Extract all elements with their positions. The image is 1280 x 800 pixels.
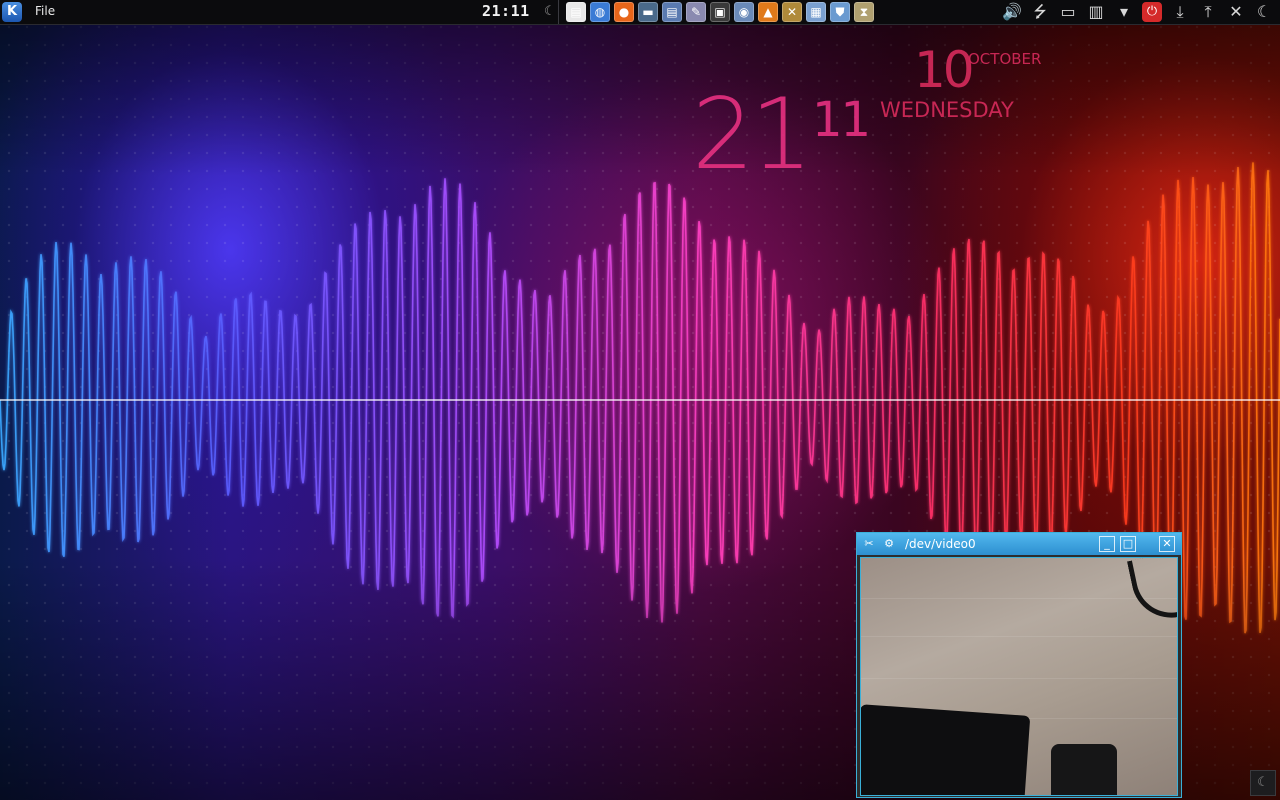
desktop-clock-weekday: WEDNESDAY	[880, 98, 1014, 122]
files-icon[interactable]: ▤	[566, 2, 586, 22]
volume-icon[interactable]: 🔊	[1002, 2, 1022, 22]
webcam-keyboard	[861, 704, 1031, 795]
display-icon[interactable]: ▭	[1058, 2, 1078, 22]
webcam-phone	[1051, 744, 1117, 795]
launcher-bar: ▤ ◍ ● ▬ ▤ ✎ ▣ ◉ ▲ ✕ ▦ ⛊ ⧗	[566, 2, 874, 22]
window-titlebar[interactable]: ✂ ⚙ /dev/video0 _ □ ✕	[857, 533, 1181, 555]
download-icon[interactable]: ⤓	[1170, 2, 1190, 22]
battery-icon[interactable]: ▥	[1086, 2, 1106, 22]
document-icon[interactable]: ▤	[662, 2, 682, 22]
desktop-clock-month: OCTOBER	[968, 50, 1042, 68]
upload-icon[interactable]: ⤒	[1198, 2, 1218, 22]
minimize-button[interactable]: _	[1099, 536, 1115, 552]
top-panel: K File 21:11 ☾ ▤ ◍ ● ▬ ▤ ✎ ▣ ◉ ▲ ✕ ▦ ⛊ ⧗ 🔊 ⭍ ▭ ▥ ▾ ⏻ ⤓ ⤒ ✕ ☾	[0, 0, 1280, 25]
desktop-clock-minute: 11	[812, 92, 871, 148]
notes-icon[interactable]: ✎	[686, 2, 706, 22]
window-menu-icon[interactable]: ✂	[861, 536, 877, 552]
maximize-button[interactable]: □	[1120, 536, 1136, 552]
close-icon[interactable]: ✕	[1226, 2, 1246, 22]
vlc-icon[interactable]: ▲	[758, 2, 778, 22]
usb-icon[interactable]: ⭍	[1030, 2, 1050, 22]
calendar-icon[interactable]: ▦	[806, 2, 826, 22]
system-tray: 🔊 ⭍ ▭ ▥ ▾ ⏻ ⤓ ⤒ ✕ ☾	[1002, 1, 1274, 23]
desktop-toolbox-icon[interactable]: ☾	[1250, 770, 1276, 796]
close-button[interactable]: ✕	[1159, 536, 1175, 552]
tools-icon[interactable]: ✕	[782, 2, 802, 22]
shield-icon[interactable]: ⛊	[830, 2, 850, 22]
window-title: /dev/video0	[905, 537, 976, 551]
panel-divider	[558, 0, 559, 24]
desktop-clock-day: 10	[914, 41, 975, 99]
moon-icon[interactable]: ☾	[1254, 2, 1274, 22]
power-icon[interactable]: ⏻	[1142, 2, 1162, 22]
chat-icon[interactable]: ▬	[638, 2, 658, 22]
hourglass-icon[interactable]: ⧗	[854, 2, 874, 22]
webcam-feed	[860, 557, 1178, 796]
network-icon[interactable]: ◍	[590, 2, 610, 22]
webcam-cable	[1126, 558, 1177, 626]
moon-icon[interactable]: ☾	[544, 5, 558, 19]
window-settings-icon[interactable]: ⚙	[881, 536, 897, 552]
desktop-clock-hour: 21	[692, 78, 813, 192]
file-menu[interactable]: File	[35, 4, 55, 18]
monitor-icon[interactable]: ▣	[710, 2, 730, 22]
disk-icon[interactable]: ◉	[734, 2, 754, 22]
panel-clock[interactable]: 21:11	[482, 2, 530, 20]
firefox-icon[interactable]: ●	[614, 2, 634, 22]
webcam-window[interactable]: ✂ ⚙ /dev/video0 _ □ ✕	[856, 532, 1182, 798]
arrow-down-icon[interactable]: ▾	[1114, 2, 1134, 22]
kde-menu-icon[interactable]: K	[2, 2, 22, 22]
